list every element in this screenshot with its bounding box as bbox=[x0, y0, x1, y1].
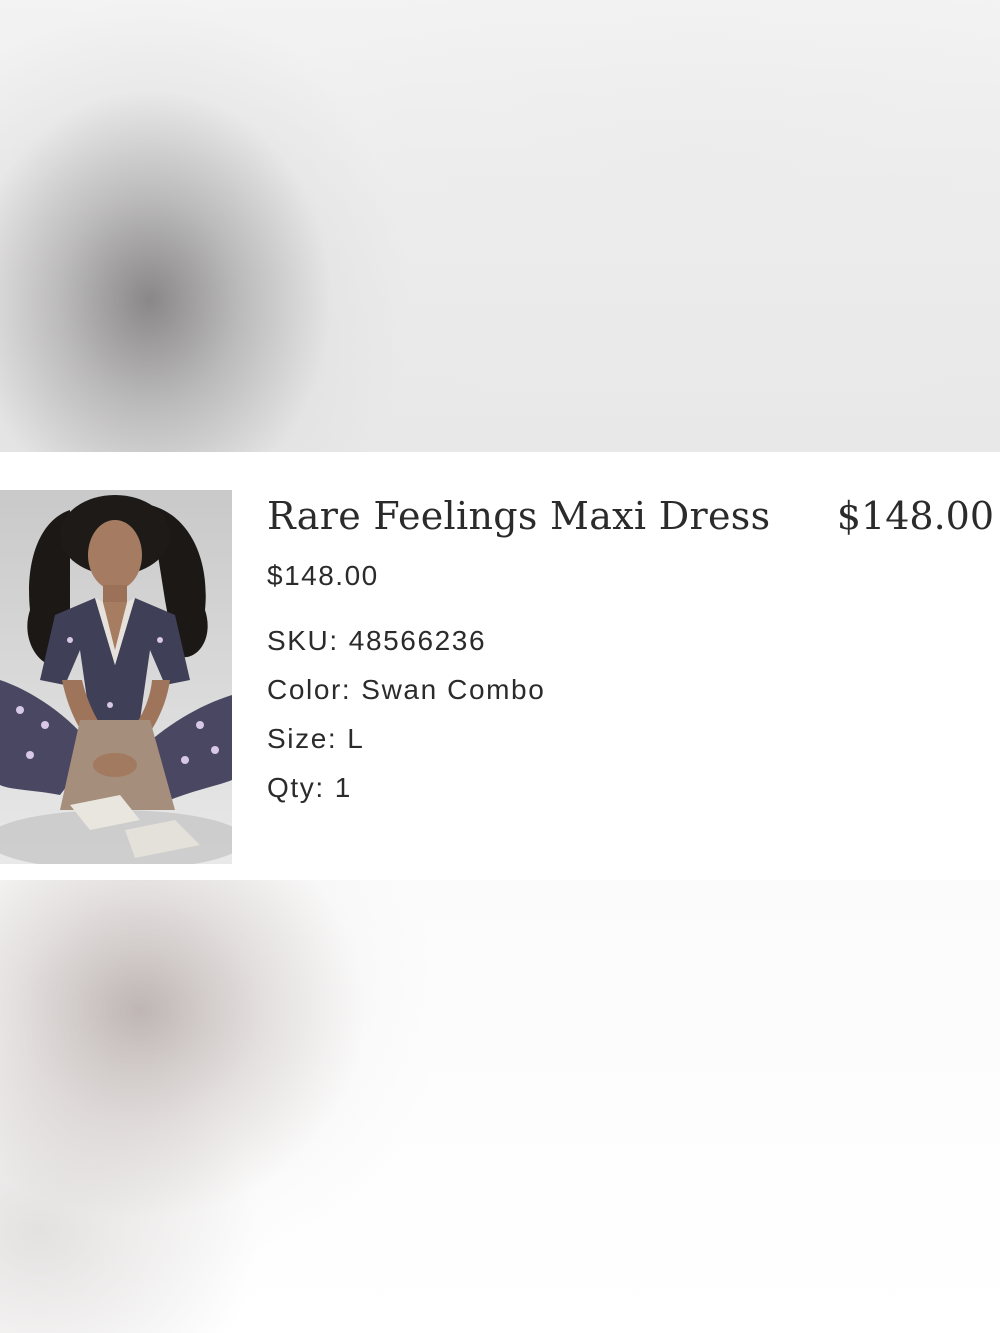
cart-line-item: Rare Feelings Maxi Dress $148.00 SKU: 485… bbox=[0, 452, 1000, 880]
size-row: Size: L bbox=[267, 714, 770, 763]
size-value: L bbox=[347, 723, 365, 754]
sku-label: SKU: bbox=[267, 625, 339, 656]
blurred-background-bottom bbox=[0, 880, 1000, 1333]
product-thumbnail[interactable] bbox=[0, 490, 232, 864]
product-attributes: SKU: 48566236 Color: Swan Combo Size: L Qty… bbox=[267, 616, 770, 812]
size-label: Size: bbox=[267, 723, 338, 754]
qty-label: Qty: bbox=[267, 772, 325, 803]
unit-price: $148.00 bbox=[267, 560, 379, 591]
product-details: Rare Feelings Maxi Dress $148.00 SKU: 485… bbox=[267, 490, 770, 812]
qty-row: Qty: 1 bbox=[267, 763, 770, 812]
color-value: Swan Combo bbox=[361, 674, 546, 705]
qty-value: 1 bbox=[334, 772, 352, 803]
color-label: Color: bbox=[267, 674, 352, 705]
sku-row: SKU: 48566236 bbox=[267, 616, 770, 665]
page: Rare Feelings Maxi Dress $148.00 SKU: 485… bbox=[0, 0, 1000, 1333]
line-total-price: $148.00 bbox=[836, 494, 994, 538]
sku-value: 48566236 bbox=[348, 625, 487, 656]
product-name[interactable]: Rare Feelings Maxi Dress bbox=[267, 490, 770, 542]
blurred-background-top bbox=[0, 0, 1000, 452]
color-row: Color: Swan Combo bbox=[267, 665, 770, 714]
product-photo-illustration bbox=[0, 495, 232, 864]
